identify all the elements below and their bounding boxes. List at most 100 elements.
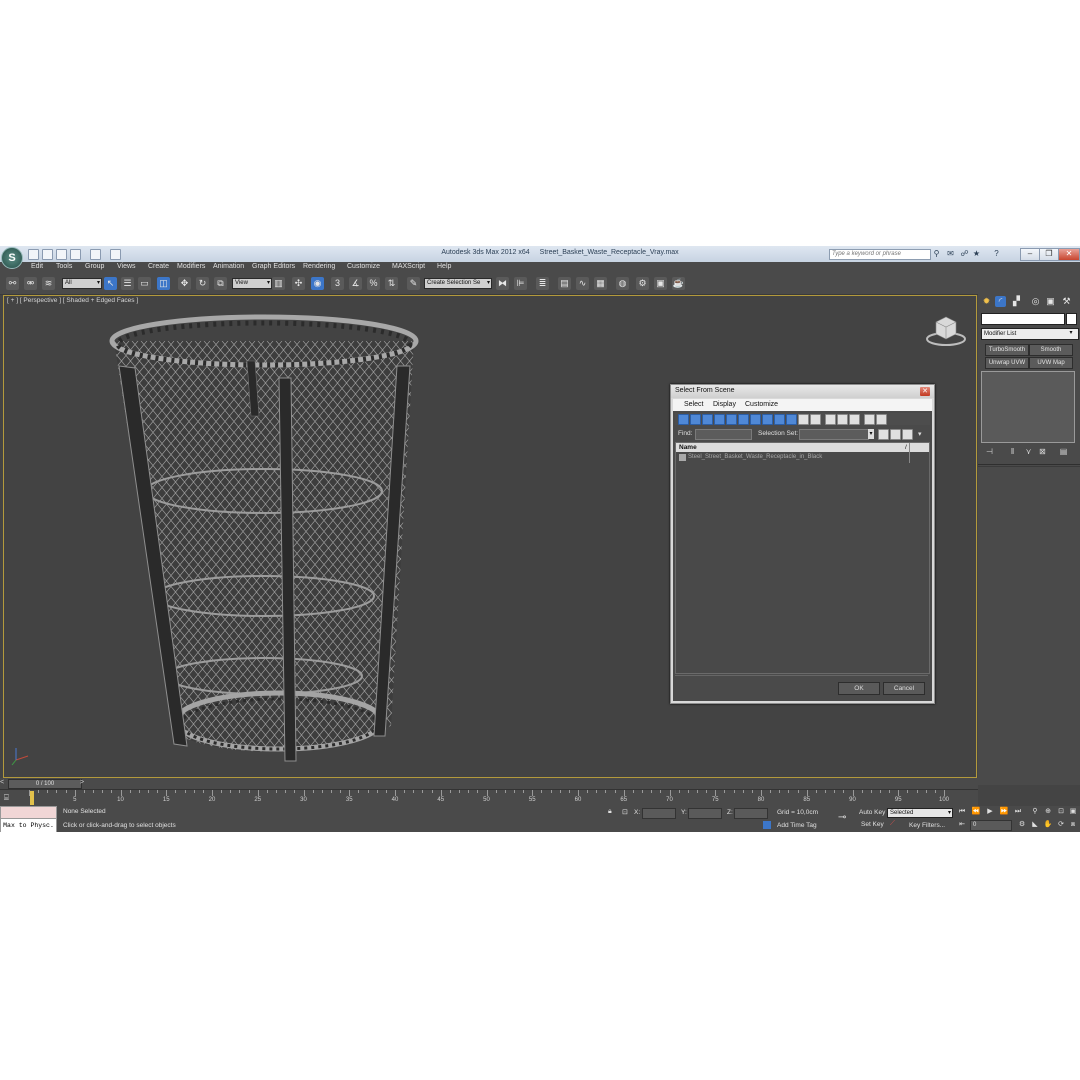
dialog-title-bar[interactable]: Select From Scene ✕ xyxy=(671,385,934,398)
snaps-toggle-icon[interactable]: 3 xyxy=(331,277,344,290)
render-production-icon[interactable]: ☕ xyxy=(672,277,685,290)
zoom-all-icon[interactable]: ⊕ xyxy=(1043,807,1053,817)
find-input[interactable] xyxy=(695,429,752,440)
selection-filter-dropdown[interactable]: All xyxy=(62,278,102,289)
edit-named-selection-icon[interactable]: ✎ xyxy=(407,277,420,290)
mirror-icon[interactable]: ⧓ xyxy=(496,277,509,290)
hierarchy-tab-icon[interactable]: ▞ xyxy=(1011,296,1022,307)
column-name-header[interactable]: Name xyxy=(679,444,697,451)
select-link-icon[interactable]: ⚯ xyxy=(6,277,19,290)
current-frame-field[interactable]: 0 xyxy=(970,820,1012,831)
time-tag-icon[interactable] xyxy=(763,821,771,829)
schematic-view-icon[interactable]: ▦ xyxy=(594,277,607,290)
pivot-center-icon[interactable]: ▥ xyxy=(272,277,285,290)
x-coordinate-field[interactable] xyxy=(642,808,676,819)
selection-set-dropdown[interactable] xyxy=(799,429,869,440)
display-space-warps-icon[interactable] xyxy=(738,414,749,425)
create-tab-icon[interactable]: ✹ xyxy=(981,296,992,307)
unwrap-uvw-button[interactable]: Unwrap UVW xyxy=(985,357,1029,369)
display-frozen-icon[interactable] xyxy=(798,414,809,425)
scale-icon[interactable]: ⧉ xyxy=(214,277,227,290)
display-geometry-icon[interactable] xyxy=(678,414,689,425)
play-icon[interactable]: ▶ xyxy=(985,807,995,817)
filter-settings-icon[interactable] xyxy=(876,414,887,425)
dialog-menu-display[interactable]: Display xyxy=(713,401,736,408)
redo-icon[interactable] xyxy=(90,249,101,260)
key-mode-toggle-icon[interactable]: ⇤ xyxy=(957,820,967,830)
key-filters-button[interactable]: Key Filters... xyxy=(909,822,945,829)
cancel-button[interactable]: Cancel xyxy=(883,682,925,695)
auto-key-button[interactable]: Auto Key xyxy=(859,809,885,816)
previous-key-icon[interactable]: ⏪ xyxy=(971,807,981,817)
open-icon[interactable] xyxy=(42,249,53,260)
percent-snap-icon[interactable]: % xyxy=(367,277,380,290)
select-by-name-icon[interactable]: ☰ xyxy=(121,277,134,290)
uvw-map-button[interactable]: UVW Map xyxy=(1029,357,1073,369)
next-frame-icon[interactable]: > xyxy=(80,779,84,786)
menu-tools[interactable]: Tools xyxy=(56,263,72,270)
save-icon[interactable] xyxy=(56,249,67,260)
application-logo-icon[interactable]: S xyxy=(1,247,23,269)
display-shapes-icon[interactable] xyxy=(690,414,701,425)
display-invert-icon[interactable] xyxy=(849,414,860,425)
column-sort-header[interactable]: / xyxy=(905,444,907,451)
move-icon[interactable]: ✥ xyxy=(178,277,191,290)
dialog-menu-customize[interactable]: Customize xyxy=(745,401,778,408)
filter-icon[interactable] xyxy=(864,414,875,425)
list-item[interactable]: Steel_Street_Basket_Waste_Receptacle_in_… xyxy=(676,453,929,462)
show-end-result-icon[interactable]: ‖ xyxy=(1007,446,1018,457)
graphite-tools-icon[interactable]: ▤ xyxy=(558,277,571,290)
select-all-icon[interactable] xyxy=(878,429,889,440)
menu-group[interactable]: Group xyxy=(85,263,104,270)
y-coordinate-field[interactable] xyxy=(688,808,722,819)
zoom-icon[interactable]: ⚲ xyxy=(1030,807,1040,817)
dialog-close-icon[interactable]: ✕ xyxy=(920,387,930,396)
rotate-icon[interactable]: ↻ xyxy=(196,277,209,290)
go-to-start-icon[interactable]: ⏮ xyxy=(957,807,967,817)
zoom-extents-all-icon[interactable]: ▣ xyxy=(1068,807,1078,817)
display-cameras-icon[interactable] xyxy=(714,414,725,425)
binoculars-icon[interactable]: ⚲ xyxy=(932,249,941,258)
zoom-extents-icon[interactable]: ⊡ xyxy=(1056,807,1066,817)
key-icon[interactable]: ⊸ xyxy=(838,812,846,823)
display-lights-icon[interactable] xyxy=(702,414,713,425)
menu-modifiers[interactable]: Modifiers xyxy=(177,263,205,270)
rendered-frame-window-icon[interactable]: ▣ xyxy=(654,277,667,290)
window-crossing-icon[interactable]: ◫ xyxy=(157,277,170,290)
named-selection-set-dropdown[interactable]: Create Selection Se xyxy=(424,278,492,289)
z-coordinate-field[interactable] xyxy=(734,808,768,819)
list-header[interactable]: Name / xyxy=(676,443,929,452)
menu-rendering[interactable]: Rendering xyxy=(303,263,335,270)
time-slider[interactable]: < 0 / 100 > xyxy=(0,778,978,789)
modify-tab-icon[interactable]: ◜ xyxy=(995,296,1006,307)
menu-edit[interactable]: Edit xyxy=(31,263,43,270)
modifier-list-dropdown[interactable]: Modifier List xyxy=(981,328,1079,340)
configure-modifier-sets-icon[interactable]: ▤ xyxy=(1058,446,1069,457)
dialog-menu-select[interactable]: Select xyxy=(684,401,703,408)
display-xrefs-icon[interactable] xyxy=(762,414,773,425)
menu-help[interactable]: Help xyxy=(437,263,451,270)
orbit-icon[interactable]: ⟳ xyxy=(1056,820,1066,830)
help-search-input[interactable]: Type a keyword or phrase xyxy=(829,249,931,260)
next-key-icon[interactable]: ⏩ xyxy=(999,807,1009,817)
timeline-ruler[interactable]: 5 10 15 20 25 30 35 40 45 50 55 60 65 70 75 80 85 90 95 100 xyxy=(29,790,949,806)
menu-graph-editors[interactable]: Graph Editors xyxy=(252,263,295,270)
angle-snap-icon[interactable]: ∡ xyxy=(349,277,362,290)
select-object-icon[interactable]: ↖ xyxy=(104,277,117,290)
viewcube-icon[interactable] xyxy=(924,312,968,348)
material-editor-icon[interactable]: ◍ xyxy=(616,277,629,290)
curve-editor-icon[interactable]: ∿ xyxy=(576,277,589,290)
favorites-icon[interactable]: ★ xyxy=(972,249,981,258)
maximize-button[interactable]: ❐ xyxy=(1039,248,1059,261)
turbosmooth-button[interactable]: TurboSmooth xyxy=(985,344,1029,356)
object-color-swatch[interactable] xyxy=(1066,313,1077,325)
key-mode-icon[interactable]: ⟋ xyxy=(890,820,895,828)
maximize-viewport-icon[interactable]: ⧈ xyxy=(1068,820,1078,830)
close-button[interactable]: ✕ xyxy=(1058,248,1080,261)
menu-customize[interactable]: Customize xyxy=(347,263,380,270)
display-bones-icon[interactable] xyxy=(774,414,785,425)
select-manipulate-icon[interactable]: ✣ xyxy=(292,277,305,290)
go-to-end-icon[interactable]: ⏭ xyxy=(1013,807,1023,817)
menu-maxscript[interactable]: MAXScript xyxy=(392,263,425,270)
layer-manager-icon[interactable]: ≣ xyxy=(536,277,549,290)
